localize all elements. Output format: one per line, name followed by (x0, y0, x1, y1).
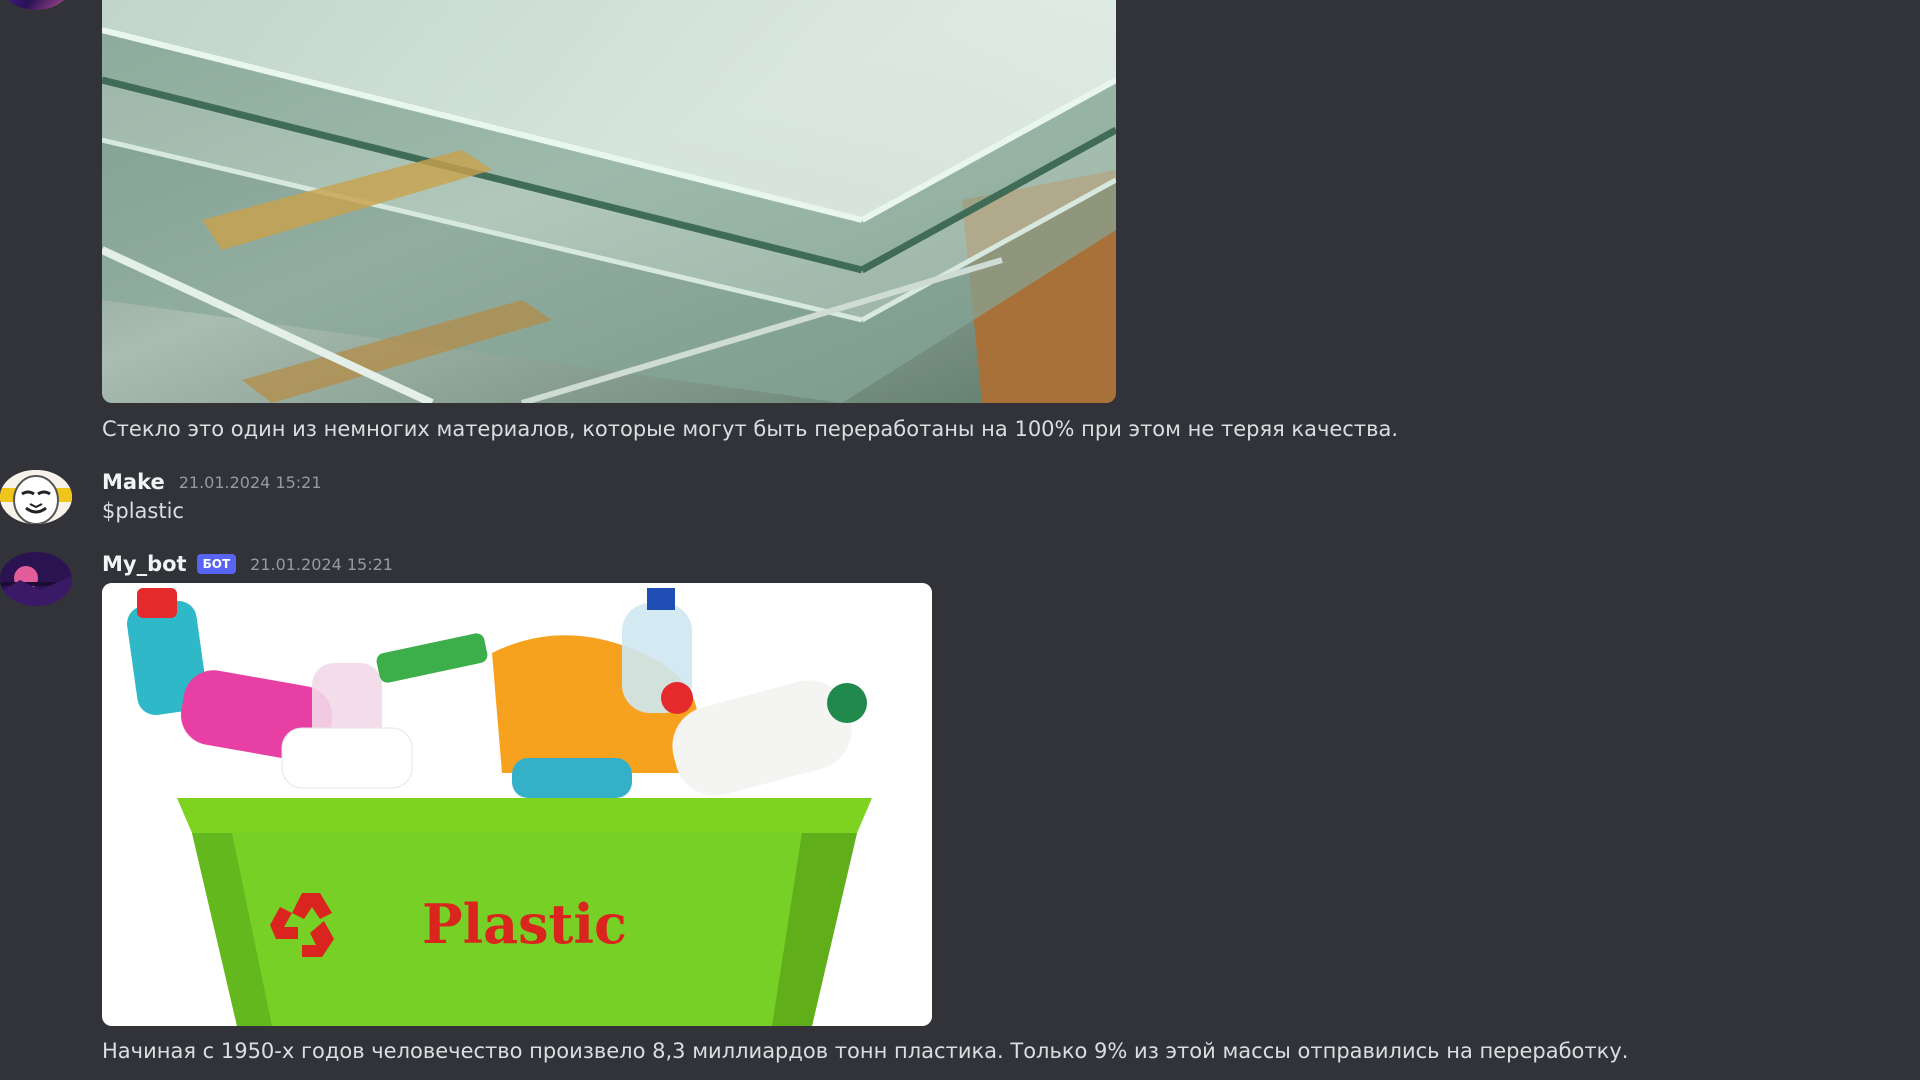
message-header: My_bot БОТ 21.01.2024 15:21 (102, 552, 393, 576)
timestamp[interactable]: 21.01.2024 15:21 (179, 473, 322, 492)
message-text: $plastic (102, 499, 184, 523)
bot-avatar[interactable] (0, 552, 72, 606)
plastic-bin-illustration: Plastic (102, 583, 932, 1026)
message-text: Начиная с 1950-х годов человечество прои… (102, 1039, 1629, 1063)
plastic-image[interactable]: Plastic (102, 583, 932, 1026)
message-header: Make 21.01.2024 15:21 (102, 470, 322, 494)
user-avatar[interactable] (0, 470, 72, 524)
message-text: Стекло это один из немногих материалов, … (102, 417, 1399, 441)
anonymous-mask-icon (0, 470, 72, 524)
timestamp[interactable]: 21.01.2024 15:21 (250, 555, 393, 574)
purple-sunset-icon (0, 552, 72, 606)
plastic-bin-label: Plastic (422, 892, 627, 956)
glass-panes-illustration (102, 0, 1116, 403)
user-avatar[interactable] (0, 0, 72, 10)
chat-area: Стекло это один из немногих материалов, … (0, 0, 1920, 1080)
username[interactable]: My_bot (102, 552, 187, 576)
glass-image[interactable] (102, 0, 1116, 403)
bot-badge: БОТ (196, 554, 237, 574)
username[interactable]: Make (102, 470, 165, 494)
